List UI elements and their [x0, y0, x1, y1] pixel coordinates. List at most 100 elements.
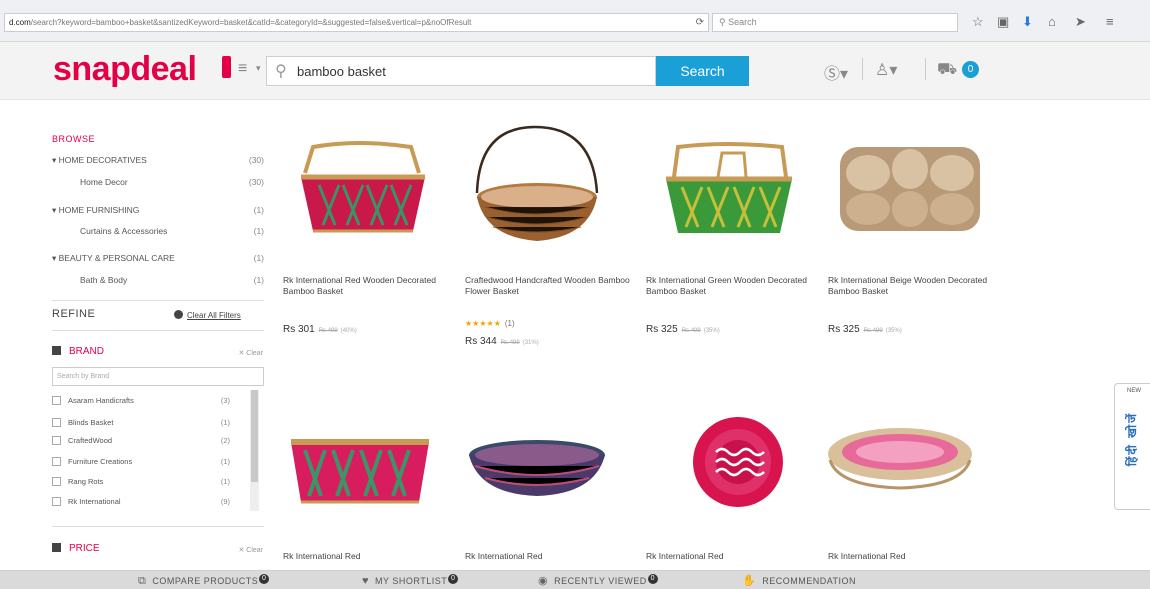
product-name[interactable]: Rk International Red — [465, 551, 630, 562]
product-image[interactable] — [646, 125, 816, 245]
bottom-toolbar: ⧉ COMPARE PRODUCTS 0 ♥ MY SHORTLIST 0 ◉ RECEN… — [0, 570, 1150, 589]
brand-option[interactable]: CraftedWood (2) — [52, 436, 242, 445]
collapse-icon — [52, 543, 61, 552]
brand-label: Rk International — [68, 497, 121, 506]
hindi-search-label: हिंदी खोजें — [1125, 412, 1139, 467]
product-image[interactable] — [465, 410, 635, 530]
checkbox[interactable] — [52, 436, 61, 445]
category-count: (30) — [248, 177, 264, 187]
clear-all-filters-link[interactable]: Clear All Filters — [174, 310, 241, 320]
send-icon[interactable]: ➤ — [1075, 14, 1086, 30]
brand-clear-button[interactable]: ✕ Clear — [238, 349, 263, 357]
count-badge: 0 — [259, 574, 270, 584]
category-home-decoratives[interactable]: ▾ HOME DECORATIVES (30) — [52, 155, 264, 166]
rating-count: (1) — [504, 319, 515, 328]
recommendation-button[interactable]: ✋ RECOMMENDATION — [742, 574, 856, 587]
product-image[interactable] — [465, 125, 635, 245]
category-count: (1) — [253, 226, 264, 236]
url-bar[interactable]: d.com/search?keyword=bamboo+basket&santi… — [4, 13, 709, 32]
category-home-decor[interactable]: Home Decor (30) — [52, 177, 264, 187]
price-facet-title[interactable]: PRICE — [52, 543, 100, 554]
product-image[interactable] — [283, 410, 453, 530]
user-icon[interactable]: ♙▾ — [875, 60, 897, 80]
category-curtains[interactable]: Curtains & Accessories (1) — [52, 226, 264, 236]
discount-value: (31%) — [522, 340, 539, 346]
clipboard-icon[interactable]: ▣ — [997, 14, 1009, 30]
category-count: (1) — [253, 253, 264, 263]
thumbs-up-icon: ✋ — [742, 575, 757, 587]
cart-count-badge[interactable]: 0 — [962, 61, 979, 78]
category-beauty[interactable]: ▾ BEAUTY & PERSONAL CARE (1) — [52, 253, 264, 264]
brand-option[interactable]: Asaram Handicrafts (3) — [52, 396, 242, 405]
product-card[interactable]: Rk International Red Wooden Decorated Ba… — [283, 125, 453, 355]
url-path: /search?keyword=bamboo+basket&santizedKe… — [30, 18, 472, 27]
category-bath-body[interactable]: Bath & Body (1) — [52, 275, 264, 285]
search-button[interactable]: Search — [656, 56, 749, 86]
product-name[interactable]: Rk International Red — [646, 551, 811, 562]
product-name[interactable]: Rk International Red — [283, 551, 448, 562]
product-name[interactable]: Craftedwood Handcrafted Wooden Bamboo Fl… — [465, 275, 630, 297]
hindi-search-tab[interactable]: NEW हिंदी खोजें — [1114, 383, 1150, 510]
brand-count: (2) — [220, 436, 230, 445]
category-label: ▾ BEAUTY & PERSONAL CARE — [52, 253, 175, 263]
product-card[interactable]: Craftedwood Handcrafted Wooden Bamboo Fl… — [465, 125, 635, 355]
product-name[interactable]: Rk International Green Wooden Decorated … — [646, 275, 811, 297]
product-name[interactable]: Rk International Red Wooden Decorated Ba… — [283, 275, 448, 297]
home-icon[interactable]: ⌂ — [1048, 14, 1056, 30]
brand-option[interactable]: Rk International (9) — [52, 497, 242, 506]
search-input[interactable] — [297, 57, 647, 85]
scrollbar-thumb[interactable] — [251, 390, 258, 482]
brand-option[interactable]: Blinds Basket (1) — [52, 418, 242, 427]
product-card[interactable]: Rk International Green Wooden Decorated … — [646, 125, 816, 355]
my-shortlist-button[interactable]: ♥ MY SHORTLIST 0 — [362, 574, 459, 587]
browser-search-field[interactable]: ⚲ Search — [712, 13, 958, 32]
snapdeal-logo[interactable]: snapdeal — [53, 50, 197, 89]
brand-search-input[interactable]: Search by Brand — [52, 367, 264, 386]
product-card[interactable]: Rk International Red — [828, 410, 998, 570]
brand-option[interactable]: Rang Rots (1) — [52, 477, 242, 486]
product-image[interactable] — [828, 125, 998, 245]
category-label: Home Decor — [80, 177, 128, 187]
brand-label: Rang Rots — [68, 477, 104, 486]
search-icon: ⚲ — [719, 17, 729, 27]
product-image[interactable] — [646, 410, 816, 530]
chevron-down-icon[interactable]: ▾ — [256, 63, 261, 74]
brand-count: (3) — [220, 396, 230, 405]
checkbox[interactable] — [52, 396, 61, 405]
discount-value: (35%) — [885, 328, 902, 334]
divider — [862, 58, 863, 80]
checkbox[interactable] — [52, 497, 61, 506]
product-card[interactable]: Rk International Red — [465, 410, 635, 570]
price-clear-button[interactable]: ✕ Clear — [238, 546, 263, 554]
product-card[interactable]: Rk International Red — [646, 410, 816, 570]
checkbox[interactable] — [52, 418, 61, 427]
brand-scrollbar[interactable] — [250, 390, 259, 511]
clear-icon — [174, 310, 183, 319]
search-box: ⚲ — [266, 56, 656, 86]
brand-count: (9) — [220, 497, 230, 506]
bookmark-star-icon[interactable]: ☆ — [972, 14, 984, 30]
category-label: Curtains & Accessories — [80, 226, 168, 236]
reload-icon[interactable]: ⟳ — [696, 14, 704, 31]
browser-toolbar: d.com/search?keyword=bamboo+basket&santi… — [0, 0, 1150, 42]
product-card[interactable]: Rk International Beige Wooden Decorated … — [828, 125, 998, 355]
brand-facet-title[interactable]: BRAND — [52, 346, 104, 357]
recent-label: RECENTLY VIEWED — [554, 576, 647, 586]
cart-icon[interactable]: ⛟ — [937, 60, 957, 80]
checkbox[interactable] — [52, 457, 61, 466]
product-card[interactable]: Rk International Red — [283, 410, 453, 570]
product-name[interactable]: Rk International Red — [828, 551, 993, 562]
brand-option[interactable]: Furniture Creations (1) — [52, 457, 242, 466]
compare-products-button[interactable]: ⧉ COMPARE PRODUCTS 0 — [138, 574, 270, 588]
category-home-furnishing[interactable]: ▾ HOME FURNISHING (1) — [52, 205, 264, 216]
product-image[interactable] — [283, 125, 453, 245]
checkbox[interactable] — [52, 477, 61, 486]
menu-icon[interactable]: ≡ — [1106, 14, 1114, 30]
site-header: snapdeal ≡ ▾ ⚲ Search Ⓢ▾ ♙▾ ⛟ 0 — [0, 42, 1150, 100]
recently-viewed-button[interactable]: ◉ RECENTLY VIEWED 0 — [538, 574, 658, 587]
download-icon[interactable]: ⬇ — [1022, 14, 1033, 30]
product-name[interactable]: Rk International Beige Wooden Decorated … — [828, 275, 993, 297]
wallet-icon[interactable]: Ⓢ▾ — [824, 60, 848, 84]
product-image[interactable] — [828, 410, 998, 530]
category-menu-icon[interactable]: ≡ — [238, 60, 247, 78]
